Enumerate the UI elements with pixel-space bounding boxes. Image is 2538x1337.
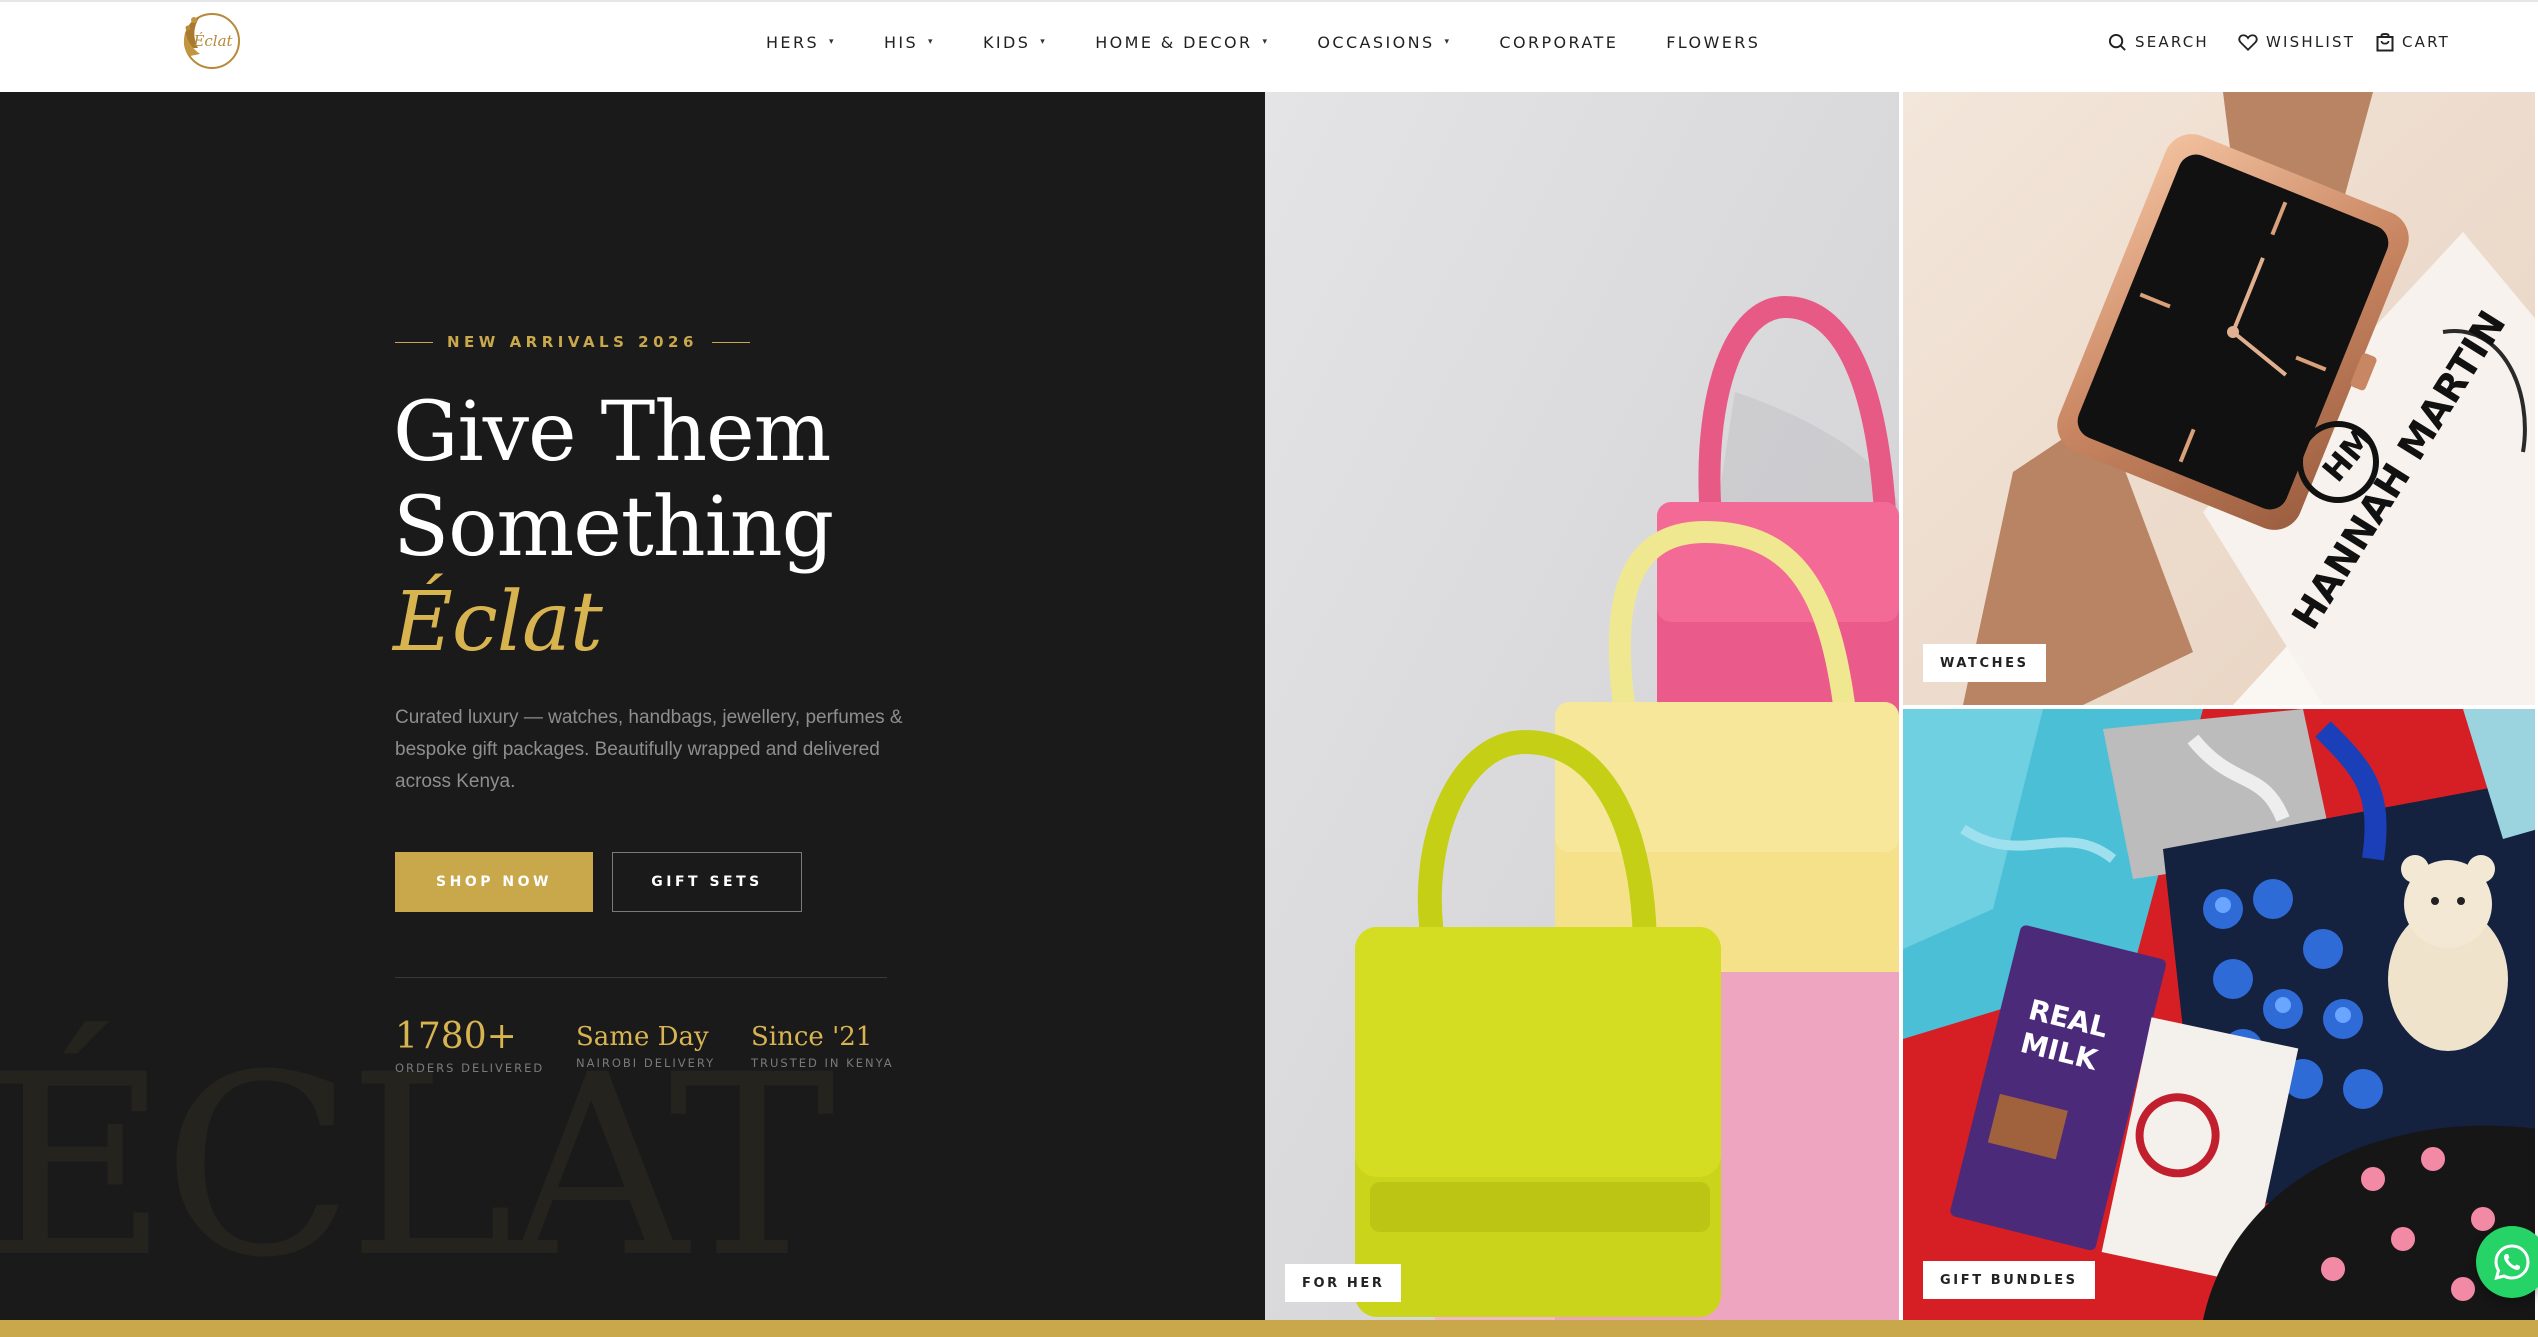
hero-eyebrow: NEW ARRIVALS 2026 — [395, 333, 750, 351]
headline-accent: Éclat — [393, 575, 603, 670]
chevron-down-icon: ▾ — [928, 37, 935, 47]
gift-sets-button[interactable]: GIFT SETS — [612, 852, 802, 912]
cart-link[interactable]: CART — [2376, 2, 2450, 82]
tile-watches[interactable]: HM HANNAH MARTIN WATCHES — [1903, 92, 2538, 705]
stat-delivery: Same Day NAIROBI DELIVERY — [576, 1022, 716, 1070]
eyebrow-line-left — [395, 341, 433, 343]
hero-headline: Give Them Something Éclat — [393, 385, 834, 670]
stat-orders: 1780+ ORDERS DELIVERED — [395, 1016, 545, 1075]
shopping-bag-icon — [2376, 33, 2394, 52]
chevron-down-icon: ▾ — [829, 37, 836, 47]
chevron-down-icon: ▾ — [1040, 37, 1048, 47]
tag-watches: WATCHES — [1923, 644, 2046, 682]
nav-item-hers[interactable]: HERS ▾ — [766, 33, 836, 52]
nav-item-his[interactable]: HIS ▾ — [884, 33, 935, 52]
nav-item-flowers[interactable]: FLOWERS — [1666, 33, 1760, 52]
whatsapp-icon — [2494, 1244, 2530, 1281]
gift-bundle-image: REAL MILK — [1903, 709, 2538, 1320]
nav-item-occasions[interactable]: OCCASIONS ▾ — [1317, 33, 1451, 52]
search-link[interactable]: SEARCH — [2108, 2, 2209, 82]
main-nav: HERS ▾ HIS ▾ KIDS ▾ HOME & DECOR ▾ OCCASIONS… — [766, 2, 1808, 82]
wishlist-link[interactable]: WISHLIST — [2238, 2, 2355, 82]
nav-item-corporate[interactable]: CORPORATE — [1499, 33, 1618, 52]
hero-panel: ÉCLAT NEW ARRIVALS 2026 Give Them Someth… — [0, 92, 1265, 1320]
handbags-image — [1265, 92, 1899, 1320]
whatsapp-chat-button[interactable] — [2476, 1226, 2538, 1298]
search-icon — [2108, 33, 2126, 51]
stat-since: Since '21 TRUSTED IN KENYA — [751, 1022, 894, 1070]
tile-gift-bundles[interactable]: REAL MILK GIFT BUNDLES — [1903, 709, 2538, 1320]
tag-gift-bundles: GIFT BUNDLES — [1923, 1261, 2095, 1299]
heart-icon — [2238, 33, 2258, 51]
brand-logo[interactable]: Éclat — [176, 8, 244, 70]
stats-divider — [395, 977, 887, 978]
eyebrow-line-right — [711, 341, 750, 343]
tile-for-her[interactable]: FOR HER — [1265, 92, 1899, 1320]
gold-footer-bar — [0, 1320, 2538, 1337]
watch-image: HM HANNAH MARTIN — [1903, 92, 2538, 705]
nav-item-home-decor[interactable]: HOME & DECOR ▾ — [1095, 33, 1269, 52]
nav-item-kids[interactable]: KIDS ▾ — [983, 33, 1047, 52]
svg-text:Éclat: Éclat — [192, 32, 233, 50]
chevron-down-icon: ▾ — [1262, 37, 1270, 47]
chevron-down-icon: ▾ — [1444, 37, 1452, 47]
tag-for-her: FOR HER — [1285, 1264, 1402, 1302]
shop-now-button[interactable]: SHOP NOW — [395, 852, 593, 912]
brand-watermark: ÉCLAT — [0, 1021, 835, 1312]
site-header: Éclat HERS ▾ HIS ▾ KIDS ▾ HOME & DECOR ▾ OCC… — [0, 0, 2538, 92]
hero-description: Curated luxury — watches, handbags, jewe… — [395, 707, 903, 792]
